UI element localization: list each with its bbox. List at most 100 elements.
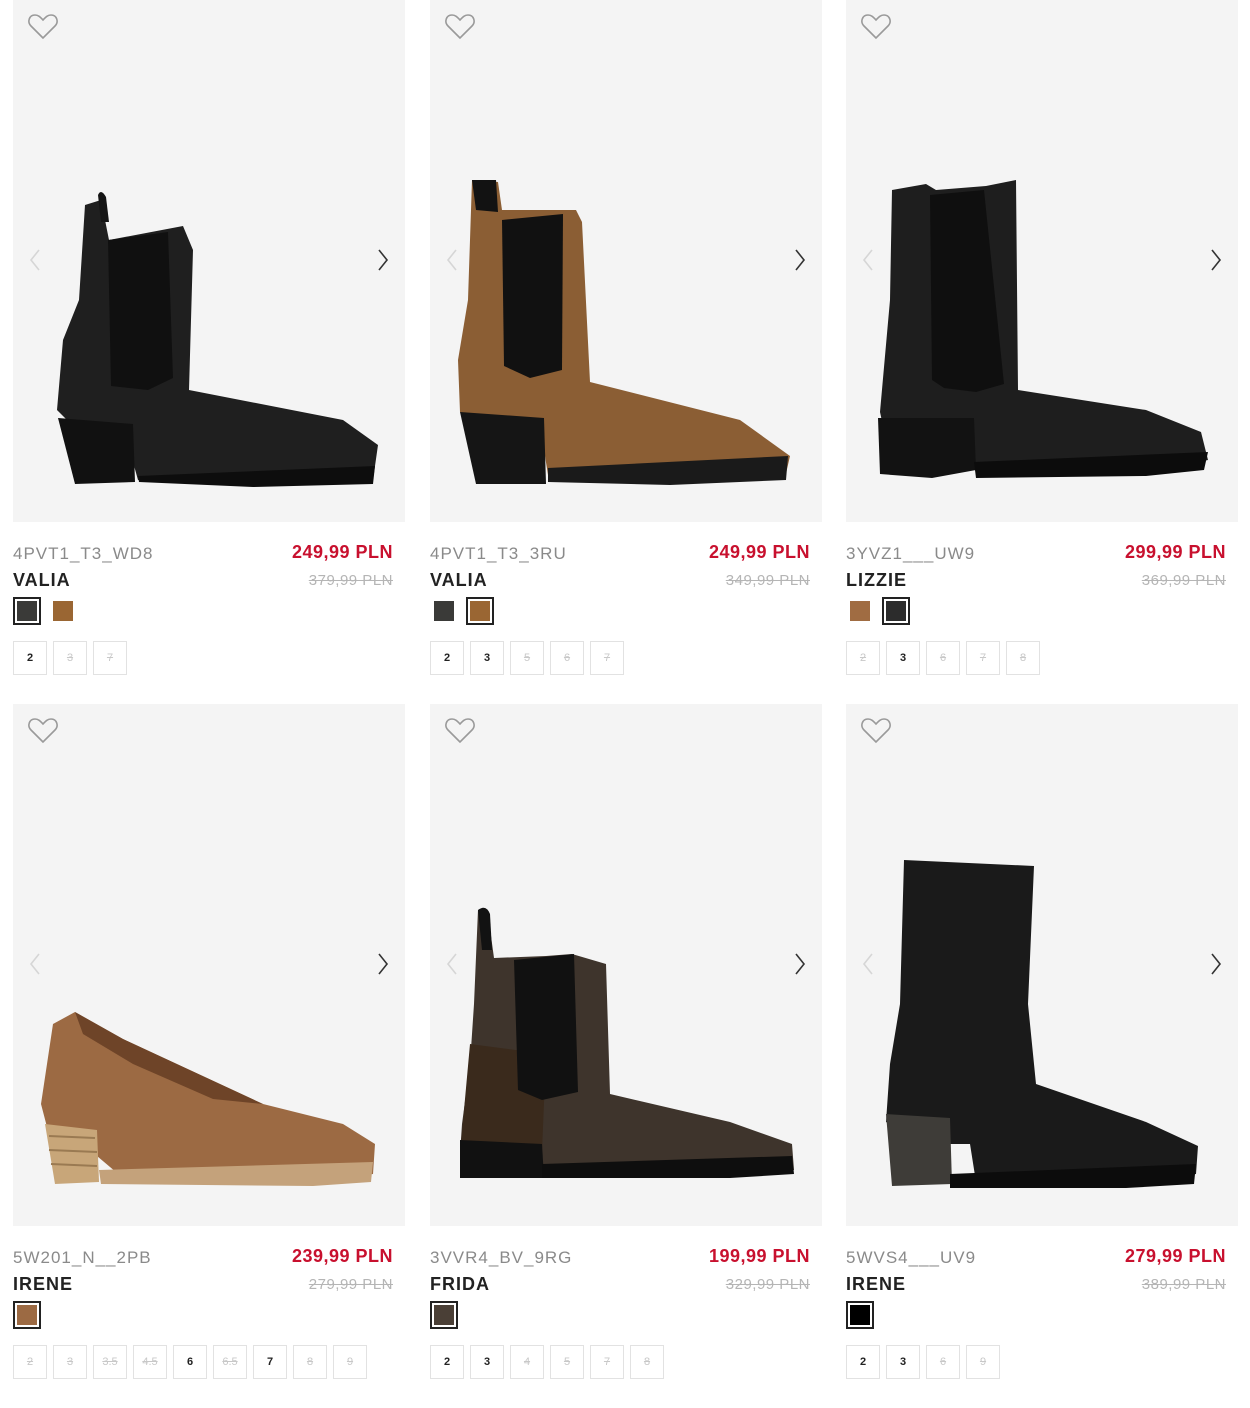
- size-option[interactable]: 6: [926, 1345, 960, 1379]
- color-swatch-fill: [470, 601, 490, 621]
- product-name[interactable]: IRENE: [13, 1274, 73, 1295]
- product-name[interactable]: IRENE: [846, 1274, 906, 1295]
- product-code: 3VVR4_BV_9RG: [430, 1248, 573, 1267]
- size-option[interactable]: 6: [173, 1345, 207, 1379]
- color-swatch-fill: [850, 1305, 870, 1325]
- color-swatch-fill: [17, 1305, 37, 1325]
- heart-outline-icon[interactable]: [860, 11, 892, 41]
- original-price: 389,99 PLN: [1141, 1276, 1226, 1293]
- chevron-right-icon[interactable]: [1206, 949, 1226, 979]
- chevron-left-icon[interactable]: [25, 245, 45, 275]
- product-image[interactable]: [13, 704, 405, 1226]
- size-option[interactable]: 5: [510, 641, 544, 675]
- size-option[interactable]: 8: [630, 1345, 664, 1379]
- size-option[interactable]: 7: [966, 641, 1000, 675]
- product-code: 5W201_N__2PB: [13, 1248, 152, 1267]
- color-swatch[interactable]: [13, 597, 41, 625]
- heart-outline-icon[interactable]: [27, 11, 59, 41]
- color-swatch[interactable]: [430, 1301, 458, 1329]
- heart-outline-icon[interactable]: [444, 715, 476, 745]
- size-option[interactable]: 3: [53, 641, 87, 675]
- size-option[interactable]: 6.5: [213, 1345, 247, 1379]
- chevron-right-icon[interactable]: [1206, 245, 1226, 275]
- chevron-left-icon[interactable]: [858, 949, 878, 979]
- heart-outline-icon[interactable]: [860, 715, 892, 745]
- product-info: 3VVR4_BV_9RG 199,99 PLN FRIDA 329,99 PLN…: [430, 1244, 822, 1394]
- original-price: 369,99 PLN: [1141, 572, 1226, 589]
- size-option[interactable]: 9: [966, 1345, 1000, 1379]
- size-option[interactable]: 5: [550, 1345, 584, 1379]
- product-image[interactable]: [13, 0, 405, 522]
- chevron-left-icon[interactable]: [442, 245, 462, 275]
- chevron-right-icon[interactable]: [790, 949, 810, 979]
- size-option[interactable]: 7: [253, 1345, 287, 1379]
- size-option[interactable]: 3.5: [93, 1345, 127, 1379]
- product-name[interactable]: VALIA: [430, 570, 488, 591]
- size-option[interactable]: 2: [13, 1345, 47, 1379]
- product-image[interactable]: [430, 0, 822, 522]
- chevron-right-icon[interactable]: [373, 245, 393, 275]
- product-name[interactable]: FRIDA: [430, 1274, 490, 1295]
- color-swatch-fill: [850, 601, 870, 621]
- size-option[interactable]: 2: [13, 641, 47, 675]
- chevron-left-icon[interactable]: [25, 949, 45, 979]
- chevron-right-icon[interactable]: [790, 245, 810, 275]
- original-price: 279,99 PLN: [308, 1276, 393, 1293]
- product-info: 4PVT1_T3_3RU 249,99 PLN VALIA 349,99 PLN…: [430, 540, 822, 690]
- product-card[interactable]: 4PVT1_T3_3RU 249,99 PLN VALIA 349,99 PLN…: [430, 0, 822, 690]
- size-option[interactable]: 8: [293, 1345, 327, 1379]
- chevron-right-icon[interactable]: [373, 949, 393, 979]
- product-card[interactable]: 4PVT1_T3_WD8 249,99 PLN VALIA 379,99 PLN…: [13, 0, 405, 690]
- size-option[interactable]: 3: [886, 641, 920, 675]
- color-swatch[interactable]: [49, 597, 77, 625]
- size-option[interactable]: 3: [53, 1345, 87, 1379]
- color-swatch-fill: [434, 601, 454, 621]
- heart-outline-icon[interactable]: [444, 11, 476, 41]
- product-card[interactable]: 5WVS4___UV9 279,99 PLN IRENE 389,99 PLN …: [846, 704, 1238, 1394]
- product-code: 4PVT1_T3_3RU: [430, 544, 567, 563]
- size-option[interactable]: 2: [846, 1345, 880, 1379]
- sock-boot-image: [886, 860, 1198, 1188]
- size-option[interactable]: 7: [590, 1345, 624, 1379]
- pump-shoe-image: [41, 1012, 375, 1186]
- product-image[interactable]: [430, 704, 822, 1226]
- product-name[interactable]: LIZZIE: [846, 570, 907, 591]
- size-option[interactable]: 6: [550, 641, 584, 675]
- color-swatch[interactable]: [846, 597, 874, 625]
- product-image[interactable]: [846, 0, 1238, 522]
- size-option[interactable]: 4.5: [133, 1345, 167, 1379]
- size-option[interactable]: 2: [430, 1345, 464, 1379]
- heart-outline-icon[interactable]: [27, 715, 59, 745]
- size-option[interactable]: 7: [590, 641, 624, 675]
- color-swatch-fill: [434, 1305, 454, 1325]
- product-card[interactable]: 3YVZ1___UW9 299,99 PLN LIZZIE 369,99 PLN…: [846, 0, 1238, 690]
- size-option[interactable]: 6: [926, 641, 960, 675]
- size-option[interactable]: 4: [510, 1345, 544, 1379]
- size-option[interactable]: 7: [93, 641, 127, 675]
- original-price: 379,99 PLN: [308, 572, 393, 589]
- color-swatch[interactable]: [13, 1301, 41, 1329]
- chevron-left-icon[interactable]: [442, 949, 462, 979]
- color-swatch[interactable]: [430, 597, 458, 625]
- size-option[interactable]: 3: [470, 641, 504, 675]
- product-image[interactable]: [846, 704, 1238, 1226]
- color-swatch[interactable]: [882, 597, 910, 625]
- size-option[interactable]: 3: [886, 1345, 920, 1379]
- size-option[interactable]: 8: [1006, 641, 1040, 675]
- size-list: 23567: [430, 641, 624, 675]
- chelsea-boot-image: [57, 191, 378, 487]
- chevron-left-icon[interactable]: [858, 245, 878, 275]
- sale-price: 199,99 PLN: [708, 1246, 810, 1266]
- size-option[interactable]: 2: [430, 641, 464, 675]
- size-option[interactable]: 9: [333, 1345, 367, 1379]
- color-swatch-fill: [886, 601, 906, 621]
- size-list: 237: [13, 641, 127, 675]
- product-card[interactable]: 5W201_N__2PB 239,99 PLN IRENE 279,99 PLN…: [13, 704, 405, 1394]
- size-option[interactable]: 3: [470, 1345, 504, 1379]
- size-option[interactable]: 2: [846, 641, 880, 675]
- color-swatch[interactable]: [846, 1301, 874, 1329]
- size-list: 23678: [846, 641, 1040, 675]
- product-card[interactable]: 3VVR4_BV_9RG 199,99 PLN FRIDA 329,99 PLN…: [430, 704, 822, 1394]
- color-swatch[interactable]: [466, 597, 494, 625]
- product-name[interactable]: VALIA: [13, 570, 71, 591]
